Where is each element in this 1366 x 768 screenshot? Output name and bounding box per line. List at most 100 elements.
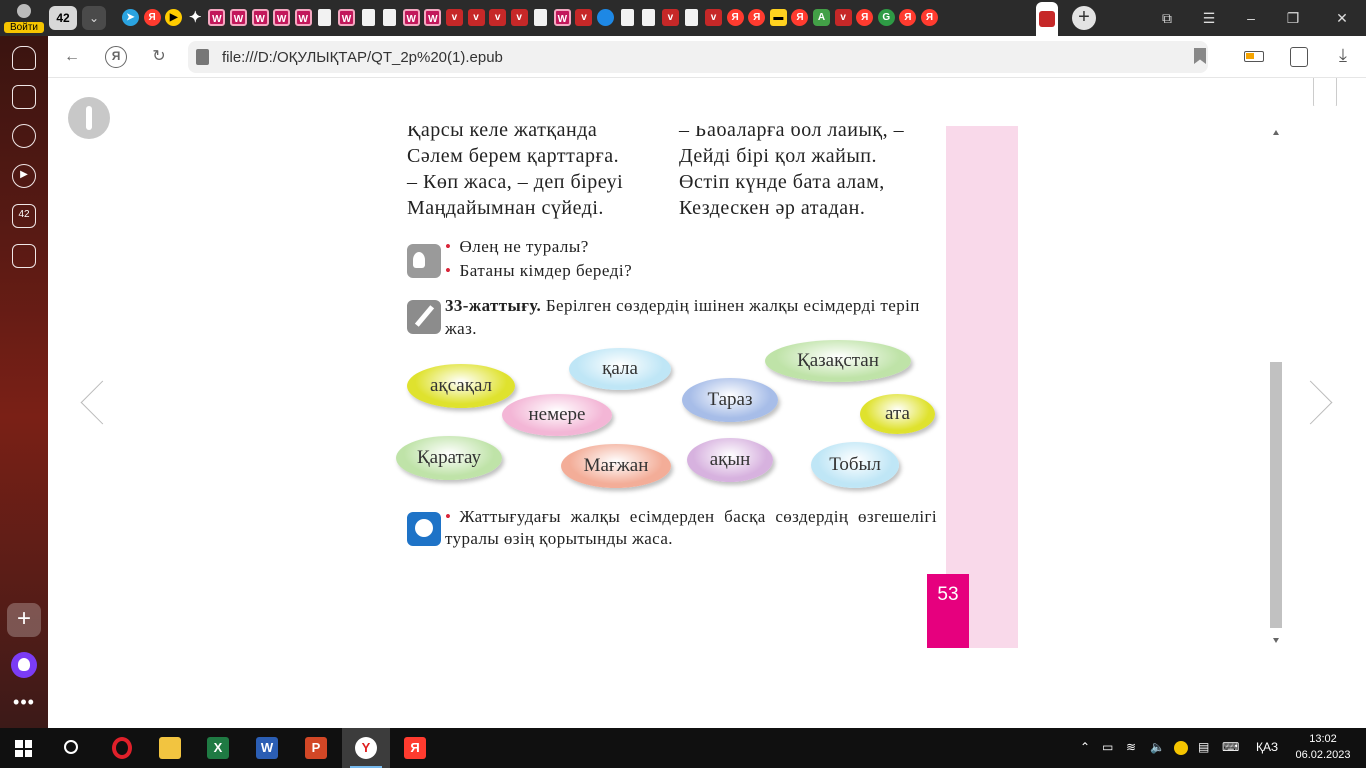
history-icon[interactable] — [12, 124, 36, 148]
address-bar[interactable]: file:///D:/ОҚУЛЫҚТАР/QT_2p%20(1).epub — [188, 41, 1208, 73]
book-tab-icon[interactable]: W — [424, 9, 442, 26]
page-bookmark-icon[interactable] — [1313, 78, 1337, 106]
yandex-tab-icon[interactable]: Я — [899, 9, 917, 26]
page-tab-icon[interactable] — [361, 9, 375, 26]
scroll-down-arrow[interactable] — [1273, 638, 1279, 643]
add-panel-button[interactable]: + — [7, 603, 41, 637]
telegram-tab-icon[interactable]: ➤ — [122, 9, 139, 26]
yandex-disk-icon[interactable] — [1174, 741, 1188, 755]
back-icon[interactable]: ← — [61, 46, 83, 68]
yandex-tab-icon[interactable]: Я — [143, 9, 161, 26]
profile-button[interactable]: Войти — [4, 2, 44, 34]
page-tab-icon[interactable] — [620, 9, 634, 26]
bell-icon[interactable] — [12, 46, 36, 70]
windows-taskbar: X W P Y Я ⌃ ▭ ≋ 🔈 ▤ ⌨ ҚАЗ 13:02 06.02.20… — [0, 728, 1366, 768]
user-icon — [17, 4, 31, 18]
book-tab-icon[interactable]: W — [229, 9, 247, 26]
ads-tab-icon[interactable]: ▬ — [769, 9, 787, 26]
scrollbar-thumb[interactable] — [1270, 362, 1282, 628]
chevron-down-icon[interactable]: ⌄ — [82, 6, 106, 30]
download-icon[interactable]: ⤓ — [1332, 45, 1354, 67]
clock[interactable]: 13:02 06.02.2023 — [1290, 731, 1356, 763]
yandex-browser-app[interactable]: Y — [342, 728, 390, 768]
pdf-tab-icon[interactable]: v — [705, 9, 723, 26]
new-tab-button[interactable]: + — [1072, 6, 1096, 30]
active-tab[interactable] — [1036, 2, 1058, 36]
book-tab-icon[interactable]: W — [402, 9, 420, 26]
play-icon[interactable]: ▶ — [12, 164, 36, 188]
language-indicator[interactable]: ҚАЗ — [1256, 740, 1278, 756]
word-app[interactable]: W — [243, 728, 291, 768]
keyboard-icon[interactable]: ⌨ — [1222, 740, 1239, 756]
powerpoint-app[interactable]: P — [292, 728, 340, 768]
yandex-tab-icon[interactable]: Я — [748, 9, 766, 26]
more-icon[interactable]: ••• — [12, 692, 36, 713]
opera-app[interactable] — [98, 728, 146, 768]
start-button[interactable] — [0, 728, 48, 768]
page-tab-icon[interactable] — [642, 9, 656, 26]
battery-icon[interactable]: ▭ — [1102, 740, 1113, 756]
profile-label: Войти — [4, 22, 44, 33]
scroll-up-arrow[interactable] — [1273, 130, 1279, 135]
question-item: • Өлең не туралы? — [445, 237, 589, 257]
excel-app[interactable]: X — [194, 728, 242, 768]
notifications-tray-icon[interactable]: ▤ — [1198, 740, 1209, 756]
explorer-app[interactable] — [146, 728, 194, 768]
restore-button[interactable]: ❐ — [1272, 0, 1314, 36]
book-tab-icon[interactable]: W — [337, 9, 355, 26]
reload-icon[interactable]: ↻ — [148, 46, 170, 68]
yandex-logo-icon[interactable]: Я — [105, 46, 127, 68]
pdf-tab-icon[interactable]: v — [575, 9, 593, 26]
book-tab-icon[interactable]: W — [273, 9, 291, 26]
page-tab-icon[interactable] — [318, 9, 332, 26]
windows-icon — [15, 740, 32, 757]
alice-icon[interactable] — [11, 652, 37, 678]
search-button[interactable] — [48, 728, 96, 768]
green-g-tab-icon[interactable]: G — [877, 9, 895, 26]
group-work-icon — [407, 512, 441, 546]
page-tab-icon[interactable] — [534, 9, 548, 26]
pdf-tab-icon[interactable]: v — [661, 9, 679, 26]
menu-icon[interactable]: ☰ — [1188, 0, 1230, 36]
tab-count-badge[interactable]: 42 — [49, 6, 77, 30]
volume-icon[interactable]: 🔈 — [1150, 740, 1165, 756]
page-tab-icon[interactable] — [383, 9, 397, 26]
collections-icon[interactable]: ⧉ — [1146, 0, 1188, 36]
book-tab-icon[interactable]: W — [294, 9, 312, 26]
globe-tab-icon[interactable] — [597, 9, 615, 26]
alice-a-tab-icon[interactable]: A — [813, 9, 830, 26]
youtube-tab-icon[interactable]: ▶ — [165, 9, 183, 26]
yandex-tab-icon[interactable]: Я — [791, 9, 809, 26]
extensions-icon[interactable] — [1290, 47, 1308, 67]
tabs-count-icon[interactable]: 42 — [12, 204, 36, 228]
pencil-icon — [407, 300, 441, 334]
star-tab-icon[interactable]: ✦ — [187, 9, 204, 26]
pdf-tab-icon[interactable]: v — [445, 9, 463, 26]
battery-saver-icon[interactable] — [1244, 51, 1264, 62]
wifi-icon[interactable]: ≋ — [1126, 740, 1136, 756]
pdf-tab-icon[interactable]: v — [834, 9, 852, 26]
previous-page-arrow[interactable] — [78, 378, 108, 428]
next-page-arrow[interactable] — [1310, 378, 1340, 428]
book-tab-icon[interactable]: W — [251, 9, 269, 26]
reader-scrollbar[interactable] — [1269, 130, 1283, 644]
poem-left-column: Қарсы келе жатқанда Сәлем берем қарттарғ… — [407, 126, 623, 221]
page-tab-icon[interactable] — [685, 9, 699, 26]
pdf-tab-icon[interactable]: v — [489, 9, 507, 26]
chevron-up-icon[interactable]: ⌃ — [1080, 740, 1090, 756]
yandex-tab-icon[interactable]: Я — [856, 9, 874, 26]
close-button[interactable]: ✕ — [1318, 0, 1366, 36]
camera-icon[interactable] — [12, 244, 36, 268]
book-tab-icon[interactable]: W — [208, 9, 226, 26]
book-tab-icon[interactable]: W — [553, 9, 571, 26]
yandex-app[interactable]: Я — [391, 728, 439, 768]
pdf-tab-icon[interactable]: v — [510, 9, 528, 26]
minimize-button[interactable]: – — [1230, 0, 1272, 36]
yandex-tab-icon[interactable]: Я — [920, 9, 938, 26]
pdf-tab-icon — [1039, 11, 1055, 27]
collections-sidebar-icon[interactable] — [12, 85, 36, 109]
date-text: 06.02.2023 — [1295, 749, 1351, 761]
pdf-tab-icon[interactable]: v — [467, 9, 485, 26]
reader-menu-button[interactable] — [68, 97, 110, 139]
yandex-tab-icon[interactable]: Я — [726, 9, 744, 26]
